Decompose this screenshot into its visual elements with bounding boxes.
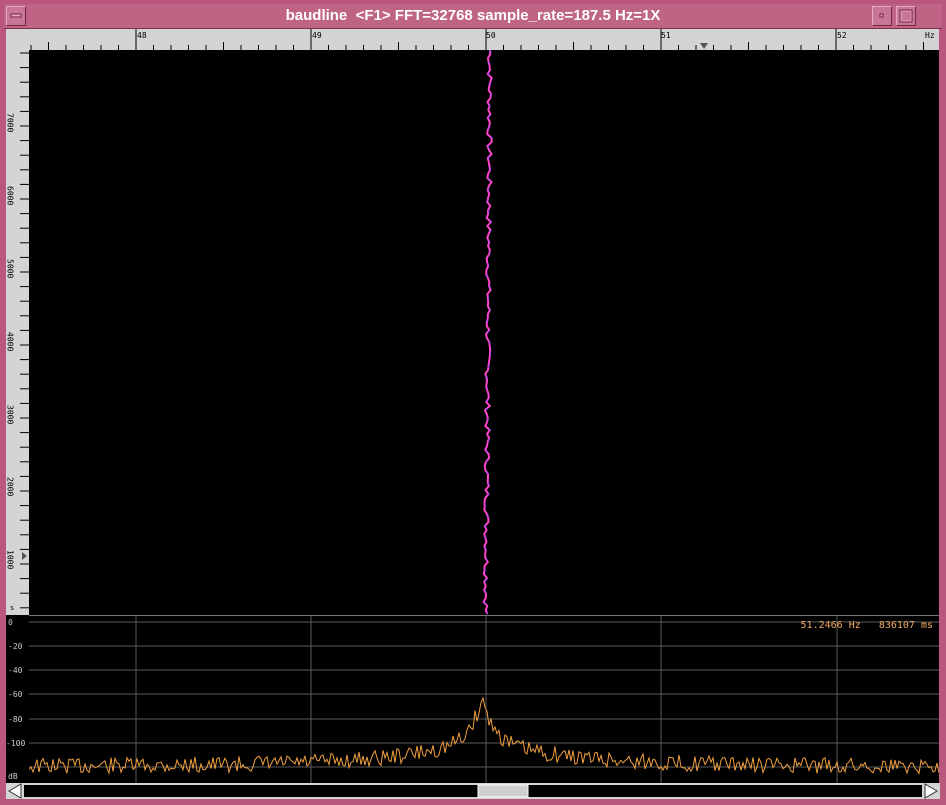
minimize-button[interactable] bbox=[872, 6, 892, 26]
time-tick-label: 5000 bbox=[6, 259, 15, 278]
maximize-button[interactable] bbox=[896, 6, 916, 26]
db-unit-label: dB bbox=[8, 772, 18, 781]
readout-frequency: 51.2466 Hz bbox=[800, 620, 861, 631]
time-unit-label: s bbox=[10, 604, 14, 612]
time-marker-icon[interactable] bbox=[22, 552, 27, 560]
freq-tick-label: 50 bbox=[486, 31, 496, 40]
waterfall-display[interactable] bbox=[29, 49, 939, 615]
maximize-icon bbox=[899, 9, 913, 23]
time-tick-label: 2000 bbox=[6, 477, 15, 496]
scroll-left-icon[interactable] bbox=[8, 783, 22, 799]
time-tick-label: 6000 bbox=[6, 186, 15, 205]
db-tick-label: -60 bbox=[8, 690, 23, 699]
time-tick-label: 7000 bbox=[6, 113, 15, 132]
spectrum-trace bbox=[28, 696, 940, 776]
scroll-right-icon[interactable] bbox=[924, 783, 938, 799]
scroll-track[interactable] bbox=[24, 785, 922, 797]
cursor-readout: 51.2466 Hz 836107 ms bbox=[801, 620, 933, 631]
frequency-ruler[interactable]: 48 49 50 51 52 Hz bbox=[29, 29, 939, 51]
time-tick-label: 1000 bbox=[6, 550, 15, 569]
freq-tick-label: 49 bbox=[312, 31, 322, 40]
spectrum-display[interactable]: 51.2466 Hz 836107 ms bbox=[28, 615, 940, 784]
freq-tick-label: 48 bbox=[137, 31, 147, 40]
db-axis: 0 -20 -40 -60 -80 -100 dB bbox=[6, 615, 30, 783]
db-tick-label: -100 bbox=[6, 739, 25, 748]
title-bar[interactable]: baudline <F1> FFT=32768 sample_rate=187.… bbox=[4, 4, 942, 29]
time-tick-label: 4000 bbox=[6, 332, 15, 351]
time-tick-label: 3000 bbox=[6, 405, 15, 424]
cursor-marker-icon[interactable] bbox=[700, 43, 708, 49]
db-tick-label: -80 bbox=[8, 715, 23, 724]
db-tick-label: -40 bbox=[8, 666, 23, 675]
db-tick-label: 0 bbox=[8, 618, 13, 627]
db-tick-label: -20 bbox=[8, 642, 23, 651]
freq-tick-label: 51 bbox=[661, 31, 671, 40]
window-title: baudline <F1> FFT=32768 sample_rate=187.… bbox=[285, 7, 661, 24]
minimize-icon bbox=[879, 13, 884, 18]
freq-unit-label: Hz bbox=[925, 31, 935, 40]
scroll-thumb[interactable] bbox=[477, 784, 529, 798]
time-ruler[interactable]: 7000 6000 5000 4000 3000 2000 1000 s bbox=[6, 50, 30, 615]
readout-time: 836107 ms bbox=[878, 620, 933, 631]
freq-tick-label: 52 bbox=[837, 31, 847, 40]
horizontal-scrollbar[interactable] bbox=[6, 783, 940, 799]
ruler-corner bbox=[6, 29, 29, 50]
